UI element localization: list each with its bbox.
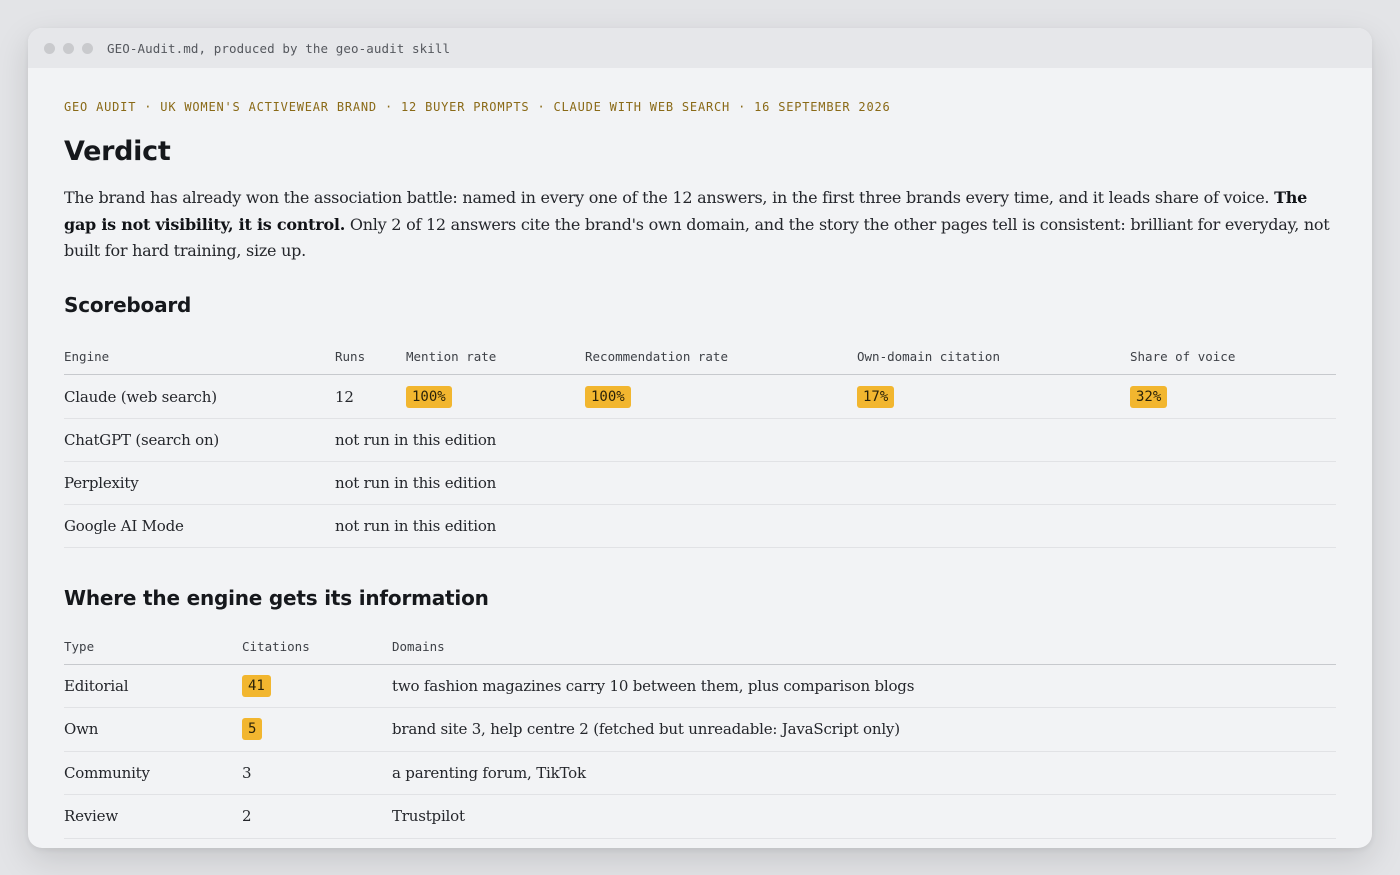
table-row: Own 5 brand site 3, help centre 2 (fetch… <box>64 707 1336 752</box>
column-header: Mention rate <box>406 339 585 375</box>
recommendation-rate-badge: 100% <box>585 385 631 408</box>
runs-value: 12 <box>335 374 406 419</box>
own-domain-citation-badge: 17% <box>857 385 895 408</box>
document-content: GEO AUDIT · UK WOMEN'S ACTIVEWEAR BRAND … <box>28 68 1372 839</box>
table-row: ChatGPT (search on) not run in this edit… <box>64 418 1336 462</box>
maximize-window-dot-icon[interactable] <box>82 42 93 54</box>
column-header: Type <box>64 629 242 665</box>
column-header: Share of voice <box>1130 339 1336 375</box>
column-header: Own-domain citation <box>857 339 1130 375</box>
column-header: Citations <box>242 629 392 665</box>
scoreboard-table: Engine Runs Mention rate Recommendation … <box>64 339 1336 548</box>
scoreboard-header-row: Engine Runs Mention rate Recommendation … <box>64 339 1336 375</box>
close-window-dot-icon[interactable] <box>44 42 55 54</box>
engine-name: Google AI Mode <box>64 504 335 548</box>
document-window: GEO-Audit.md, produced by the geo-audit … <box>28 28 1372 848</box>
sources-header-row: Type Citations Domains <box>64 629 1336 665</box>
column-header: Runs <box>335 339 406 375</box>
column-header: Recommendation rate <box>585 339 857 375</box>
report-kicker: GEO AUDIT · UK WOMEN'S ACTIVEWEAR BRAND … <box>64 100 891 114</box>
table-row: Claude (web search) 12 100% 100% 17% 32% <box>64 374 1336 419</box>
table-row: Google AI Mode not run in this edition <box>64 504 1336 548</box>
source-type: Own <box>64 707 242 752</box>
scoreboard-heading: Scoreboard <box>64 292 192 317</box>
citations-count: 3 <box>242 751 392 795</box>
engine-name: Perplexity <box>64 461 335 505</box>
citations-count: 2 <box>242 794 392 839</box>
source-type: Community <box>64 751 242 795</box>
window-controls <box>44 42 93 54</box>
source-domains: two fashion magazines carry 10 between t… <box>392 664 1336 708</box>
window-titlebar: GEO-Audit.md, produced by the geo-audit … <box>28 28 1372 68</box>
engine-name: Claude (web search) <box>64 374 335 419</box>
source-domains: Trustpilot <box>392 794 1336 839</box>
citations-count-badge: 5 <box>242 718 263 741</box>
share-of-voice-badge: 32% <box>1130 385 1168 408</box>
engine-name: ChatGPT (search on) <box>64 418 335 462</box>
engine-status: not run in this edition <box>335 461 1336 505</box>
verdict-heading: Verdict <box>64 136 171 167</box>
column-header: Domains <box>392 629 1336 665</box>
sources-heading: Where the engine gets its information <box>64 586 489 610</box>
source-type: Review <box>64 794 242 839</box>
window-title: GEO-Audit.md, produced by the geo-audit … <box>107 40 451 56</box>
table-row: Review 2 Trustpilot <box>64 794 1336 839</box>
table-row: Community 3 a parenting forum, TikTok <box>64 751 1336 795</box>
citations-count-badge: 41 <box>242 674 271 697</box>
table-row: Editorial 41 two fashion magazines carry… <box>64 664 1336 708</box>
engine-status: not run in this edition <box>335 418 1336 462</box>
source-domains: brand site 3, help centre 2 (fetched but… <box>392 707 1336 752</box>
mention-rate-badge: 100% <box>406 385 452 408</box>
verdict-paragraph: The brand has already won the associatio… <box>64 185 1336 265</box>
sources-table: Type Citations Domains Editorial 41 two … <box>64 629 1336 839</box>
minimize-window-dot-icon[interactable] <box>63 42 74 54</box>
verdict-text-start: The brand has already won the associatio… <box>64 188 1275 207</box>
source-domains: a parenting forum, TikTok <box>392 751 1336 795</box>
source-type: Editorial <box>64 664 242 708</box>
engine-status: not run in this edition <box>335 504 1336 548</box>
column-header: Engine <box>64 339 335 375</box>
table-row: Perplexity not run in this edition <box>64 461 1336 505</box>
